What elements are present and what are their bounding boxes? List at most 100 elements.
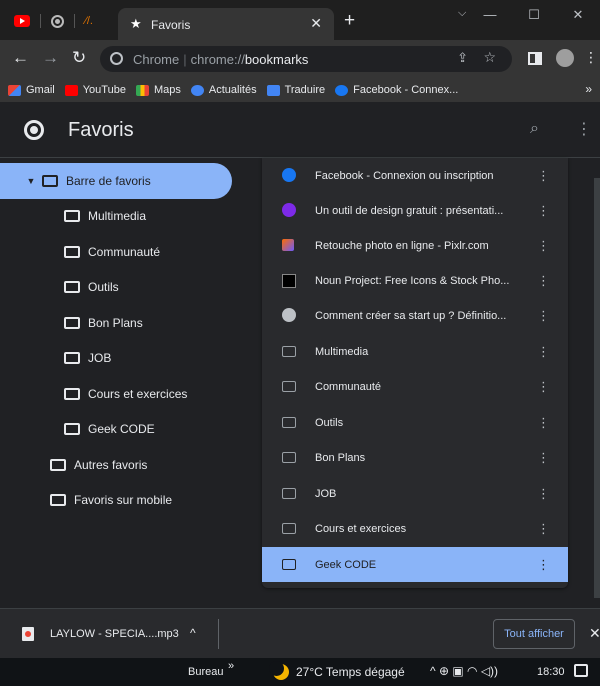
close-download-bar-icon[interactable]: ✕ bbox=[589, 625, 600, 642]
folder-icon bbox=[42, 175, 58, 187]
item-menu-icon[interactable]: ⋮ bbox=[537, 168, 550, 184]
chrome-tab-icon[interactable] bbox=[51, 14, 64, 28]
bookmark-actualites[interactable]: Actualités bbox=[190, 84, 257, 96]
bookmark-traduire[interactable]: Traduire bbox=[266, 84, 325, 96]
item-menu-icon[interactable]: ⋮ bbox=[537, 450, 550, 466]
tree-item-cours-et-exercices[interactable]: Cours et exercices bbox=[64, 376, 187, 412]
tree-item-bon-plans[interactable]: Bon Plans bbox=[64, 305, 143, 341]
list-item[interactable]: Communauté ⋮ bbox=[262, 369, 568, 404]
folder-icon bbox=[282, 559, 296, 570]
list-item[interactable]: Bon Plans ⋮ bbox=[262, 440, 568, 475]
item-menu-icon[interactable]: ⋮ bbox=[537, 486, 550, 502]
forward-arrow-icon[interactable]: → bbox=[42, 48, 59, 68]
clock[interactable]: 18:30 bbox=[537, 666, 565, 678]
tree-item-label: Favoris sur mobile bbox=[74, 493, 173, 507]
download-bar: LAYLOW - SPECIA....mp3 ^ Tout afficher ✕ bbox=[0, 608, 600, 658]
item-menu-icon[interactable]: ⋮ bbox=[537, 379, 550, 395]
url-scheme: chrome:// bbox=[190, 52, 245, 67]
folder-icon bbox=[50, 494, 66, 506]
tab-strip: ⁄/. ★ Favoris ✕ + ⌵ — ☐ ✕ bbox=[0, 0, 600, 40]
list-item[interactable]: Cours et exercices ⋮ bbox=[262, 511, 568, 546]
tree-item-label: Outils bbox=[88, 280, 119, 294]
item-menu-icon[interactable]: ⋮ bbox=[537, 415, 550, 431]
tree-item-label: Geek CODE bbox=[88, 422, 155, 436]
chrome-site-icon[interactable] bbox=[110, 52, 123, 65]
search-icon[interactable]: ⌕ bbox=[530, 120, 539, 138]
youtube-icon bbox=[64, 84, 78, 96]
tree-item-geek-code[interactable]: Geek CODE bbox=[64, 411, 155, 447]
misc-tab-icon[interactable]: ⁄/. bbox=[85, 15, 93, 27]
facebook-icon bbox=[282, 168, 296, 182]
side-panel-icon[interactable] bbox=[528, 52, 542, 65]
tree-item-autres-favoris[interactable]: Autres favoris bbox=[50, 447, 147, 483]
tree-item-job[interactable]: JOB bbox=[64, 340, 111, 376]
scrollbar[interactable] bbox=[594, 178, 600, 598]
folder-icon bbox=[64, 388, 80, 400]
more-options-icon[interactable]: ⋮ bbox=[576, 119, 592, 139]
list-item-selected[interactable]: Geek CODE ⋮ bbox=[262, 547, 568, 582]
download-divider bbox=[218, 619, 219, 649]
tree-item-communaute[interactable]: Communauté bbox=[64, 234, 160, 270]
weather-text[interactable]: 27°C Temps dégagé bbox=[296, 665, 405, 679]
back-arrow-icon[interactable]: ← bbox=[12, 48, 29, 68]
list-item[interactable]: Multimedia ⋮ bbox=[262, 334, 568, 369]
tree-item-label: Cours et exercices bbox=[88, 387, 188, 401]
address-bar[interactable]: Chrome | chrome://bookmarks ⇪ ☆ bbox=[100, 46, 512, 72]
bookmark-maps[interactable]: Maps bbox=[135, 84, 181, 96]
list-item[interactable]: Comment créer sa start up ? Définitio...… bbox=[262, 298, 568, 333]
bookmark-title: Bon Plans bbox=[315, 451, 366, 464]
show-all-button[interactable]: Tout afficher bbox=[493, 619, 575, 649]
bookmarks-content: ▼ Barre de favoris Multimedia Communauté… bbox=[0, 158, 600, 608]
bookmark-title: Communauté bbox=[315, 380, 382, 393]
share-icon[interactable]: ⇪ bbox=[457, 50, 468, 66]
new-tab-button[interactable]: + bbox=[344, 10, 355, 32]
more-bookmarks-button[interactable]: » bbox=[585, 82, 592, 96]
item-menu-icon[interactable]: ⋮ bbox=[537, 557, 550, 573]
bookmark-title: JOB bbox=[315, 487, 337, 500]
download-menu-chevron-icon[interactable]: ^ bbox=[190, 626, 196, 640]
minimize-button[interactable]: — bbox=[468, 0, 512, 32]
item-menu-icon[interactable]: ⋮ bbox=[537, 203, 550, 219]
browser-toolbar: ← → ↻ Chrome | chrome://bookmarks ⇪ ☆ ⋮ bbox=[0, 40, 600, 78]
list-item[interactable]: Un outil de design gratuit : présentati.… bbox=[262, 193, 568, 228]
folder-icon bbox=[282, 523, 296, 534]
notification-icon[interactable] bbox=[574, 664, 588, 677]
bookmark-star-icon[interactable]: ☆ bbox=[483, 49, 496, 66]
list-item[interactable]: JOB ⋮ bbox=[262, 476, 568, 511]
chrome-menu-icon[interactable]: ⋮ bbox=[584, 49, 598, 66]
bookmark-gmail[interactable]: Gmail bbox=[8, 84, 55, 96]
list-item[interactable]: Facebook - Connexion ou inscription ⋮ bbox=[262, 158, 568, 193]
caret-down-icon[interactable]: ▼ bbox=[20, 176, 42, 186]
item-menu-icon[interactable]: ⋮ bbox=[537, 238, 550, 254]
tab-search-chevron-icon[interactable]: ⌵ bbox=[458, 7, 466, 20]
item-menu-icon[interactable]: ⋮ bbox=[537, 521, 550, 537]
bookmark-youtube[interactable]: YouTube bbox=[64, 84, 126, 96]
list-item[interactable]: Noun Project: Free Icons & Stock Pho... … bbox=[262, 263, 568, 298]
tree-item-label: Barre de favoris bbox=[66, 174, 151, 188]
maximize-button[interactable]: ☐ bbox=[512, 0, 556, 32]
list-item[interactable]: Outils ⋮ bbox=[262, 405, 568, 440]
close-window-button[interactable]: ✕ bbox=[556, 0, 600, 32]
reload-icon[interactable]: ↻ bbox=[72, 48, 86, 68]
item-menu-icon[interactable]: ⋮ bbox=[537, 273, 550, 289]
tree-item-favoris-sur-mobile[interactable]: Favoris sur mobile bbox=[50, 482, 172, 518]
tree-item-outils[interactable]: Outils bbox=[64, 269, 119, 305]
download-filename[interactable]: LAYLOW - SPECIA....mp3 bbox=[50, 628, 179, 640]
profile-avatar[interactable] bbox=[556, 49, 574, 67]
item-menu-icon[interactable]: ⋮ bbox=[537, 308, 550, 324]
tree-item-label: Autres favoris bbox=[74, 458, 148, 472]
item-menu-icon[interactable]: ⋮ bbox=[537, 344, 550, 360]
star-icon: ★ bbox=[130, 16, 142, 31]
youtube-tab-icon[interactable] bbox=[14, 15, 30, 27]
tab-favoris[interactable]: ★ Favoris ✕ bbox=[118, 8, 334, 40]
bookmark-facebook[interactable]: Facebook - Connex... bbox=[335, 84, 458, 96]
tab-close-icon[interactable]: ✕ bbox=[310, 15, 322, 32]
folder-icon bbox=[282, 488, 296, 499]
tree-item-barre-de-favoris[interactable]: ▼ Barre de favoris bbox=[0, 163, 232, 199]
taskbar-bureau[interactable]: Bureau bbox=[188, 666, 223, 678]
folder-icon bbox=[282, 381, 296, 392]
system-tray-icons[interactable]: ^ ⊕ ▣ ◠ ◁)) bbox=[430, 664, 498, 678]
list-item[interactable]: Retouche photo en ligne - Pixlr.com ⋮ bbox=[262, 228, 568, 263]
tree-item-multimedia[interactable]: Multimedia bbox=[64, 198, 146, 234]
taskbar-more-chevron[interactable]: » bbox=[228, 660, 234, 672]
